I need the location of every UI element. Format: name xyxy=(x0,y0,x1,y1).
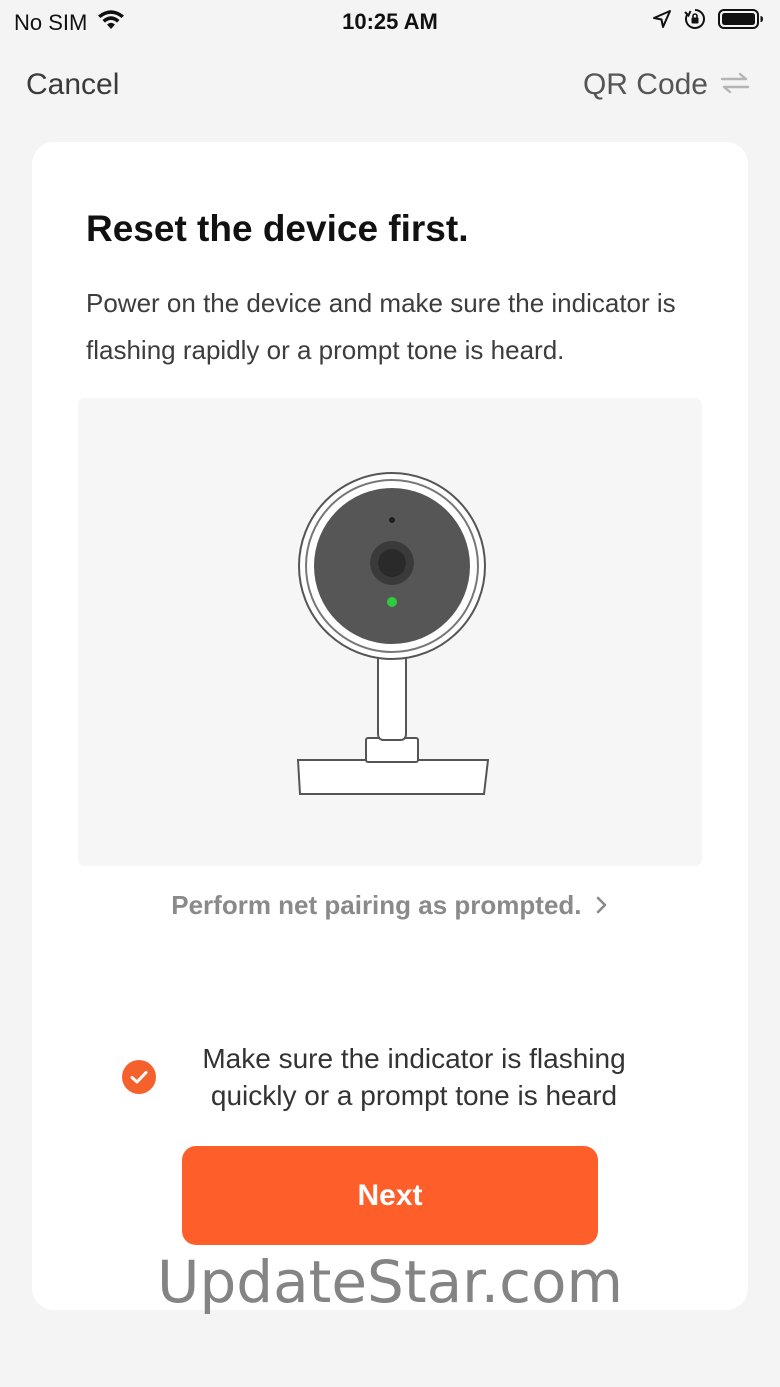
page-title: Reset the device first. xyxy=(86,208,469,249)
nav-bar: Cancel QR Code xyxy=(0,62,780,116)
reset-description: Power on the device and make sure the in… xyxy=(86,288,676,365)
next-button[interactable]: Next xyxy=(182,1146,598,1245)
carrier-label: No SIM xyxy=(14,10,88,35)
net-pairing-link[interactable]: Perform net pairing as prompted. xyxy=(32,890,748,921)
status-left: No SIM xyxy=(14,9,125,37)
camera-device-icon xyxy=(296,472,490,795)
status-right xyxy=(652,8,764,36)
battery-icon xyxy=(718,8,764,36)
confirm-label: Make sure the indicator is flashing quic… xyxy=(202,1043,626,1111)
qr-code-label: QR Code xyxy=(582,68,708,101)
reset-card: Reset the device first. Power on the dev… xyxy=(32,142,748,1310)
watermark: UpdateStar.com xyxy=(157,1248,623,1316)
switch-arrows-icon xyxy=(720,68,750,102)
cancel-button[interactable]: Cancel xyxy=(26,68,119,102)
device-illustration xyxy=(78,398,702,866)
orientation-lock-icon xyxy=(684,8,706,36)
chevron-right-icon xyxy=(589,890,609,920)
confirm-indicator-checkbox[interactable]: Make sure the indicator is flashing quic… xyxy=(122,1040,682,1120)
status-bar: No SIM 10:25 AM xyxy=(0,0,780,44)
qr-code-button[interactable]: QR Code xyxy=(583,68,750,102)
wifi-icon xyxy=(97,9,125,37)
pairing-link-label: Perform net pairing as prompted. xyxy=(171,890,582,920)
checkmark-icon xyxy=(122,1060,156,1094)
location-arrow-icon xyxy=(652,9,672,35)
